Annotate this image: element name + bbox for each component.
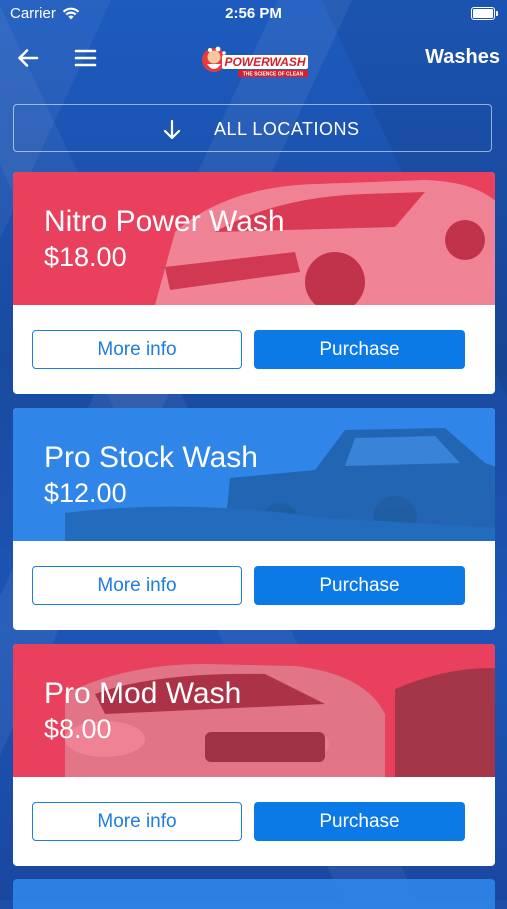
- more-info-button[interactable]: More info: [32, 566, 242, 605]
- wash-card-nitro-power: Nitro Power Wash $18.00 More info Purcha…: [13, 172, 495, 394]
- wash-card-actions: More info Purchase: [32, 566, 465, 606]
- back-arrow-icon[interactable]: [16, 46, 40, 70]
- wash-card-pro-mod: Pro Mod Wash $8.00 More info Purchase: [13, 644, 495, 866]
- wash-name: Pro Stock Wash: [44, 441, 258, 474]
- powerwash-logo: POWERWASH THE SCIENCE OF CLEAN: [202, 46, 308, 78]
- battery-icon: [471, 7, 498, 20]
- page-title: Washes: [425, 46, 500, 68]
- purchase-button[interactable]: Purchase: [254, 330, 465, 369]
- wash-card-header: Pro Mod Wash $8.00: [13, 644, 495, 777]
- wash-price: $8.00: [44, 714, 112, 744]
- more-info-button[interactable]: More info: [32, 802, 242, 841]
- wash-card-header: Pro Stock Wash $12.00: [13, 408, 495, 541]
- location-filter-label: ALL LOCATIONS: [214, 119, 360, 139]
- svg-text:POWERWASH: POWERWASH: [224, 55, 305, 69]
- hamburger-menu-icon[interactable]: [74, 46, 98, 70]
- wash-price: $18.00: [44, 242, 127, 272]
- status-bar: Carrier 2:56 PM: [0, 0, 507, 28]
- location-filter-button[interactable]: ALL LOCATIONS: [13, 104, 492, 152]
- wash-price: $12.00: [44, 478, 127, 508]
- down-arrow-icon: [163, 119, 181, 140]
- wash-card-actions: More info Purchase: [32, 802, 465, 842]
- navigation-bar: POWERWASH THE SCIENCE OF CLEAN Washes: [0, 36, 507, 80]
- wash-name: Nitro Power Wash: [44, 205, 285, 238]
- status-time: 2:56 PM: [225, 5, 282, 22]
- purchase-button[interactable]: Purchase: [254, 802, 465, 841]
- wash-card-pro-stock: Pro Stock Wash $12.00 More info Purchase: [13, 408, 495, 630]
- wash-card-header: Nitro Power Wash $18.00: [13, 172, 495, 305]
- wash-card-actions: More info Purchase: [32, 330, 465, 370]
- svg-text:THE SCIENCE OF CLEAN: THE SCIENCE OF CLEAN: [243, 72, 304, 78]
- wash-list: Nitro Power Wash $18.00 More info Purcha…: [13, 172, 495, 880]
- purchase-button[interactable]: Purchase: [254, 566, 465, 605]
- wash-name: Pro Mod Wash: [44, 677, 242, 710]
- wash-card-partial: [13, 879, 495, 909]
- more-info-button[interactable]: More info: [32, 330, 242, 369]
